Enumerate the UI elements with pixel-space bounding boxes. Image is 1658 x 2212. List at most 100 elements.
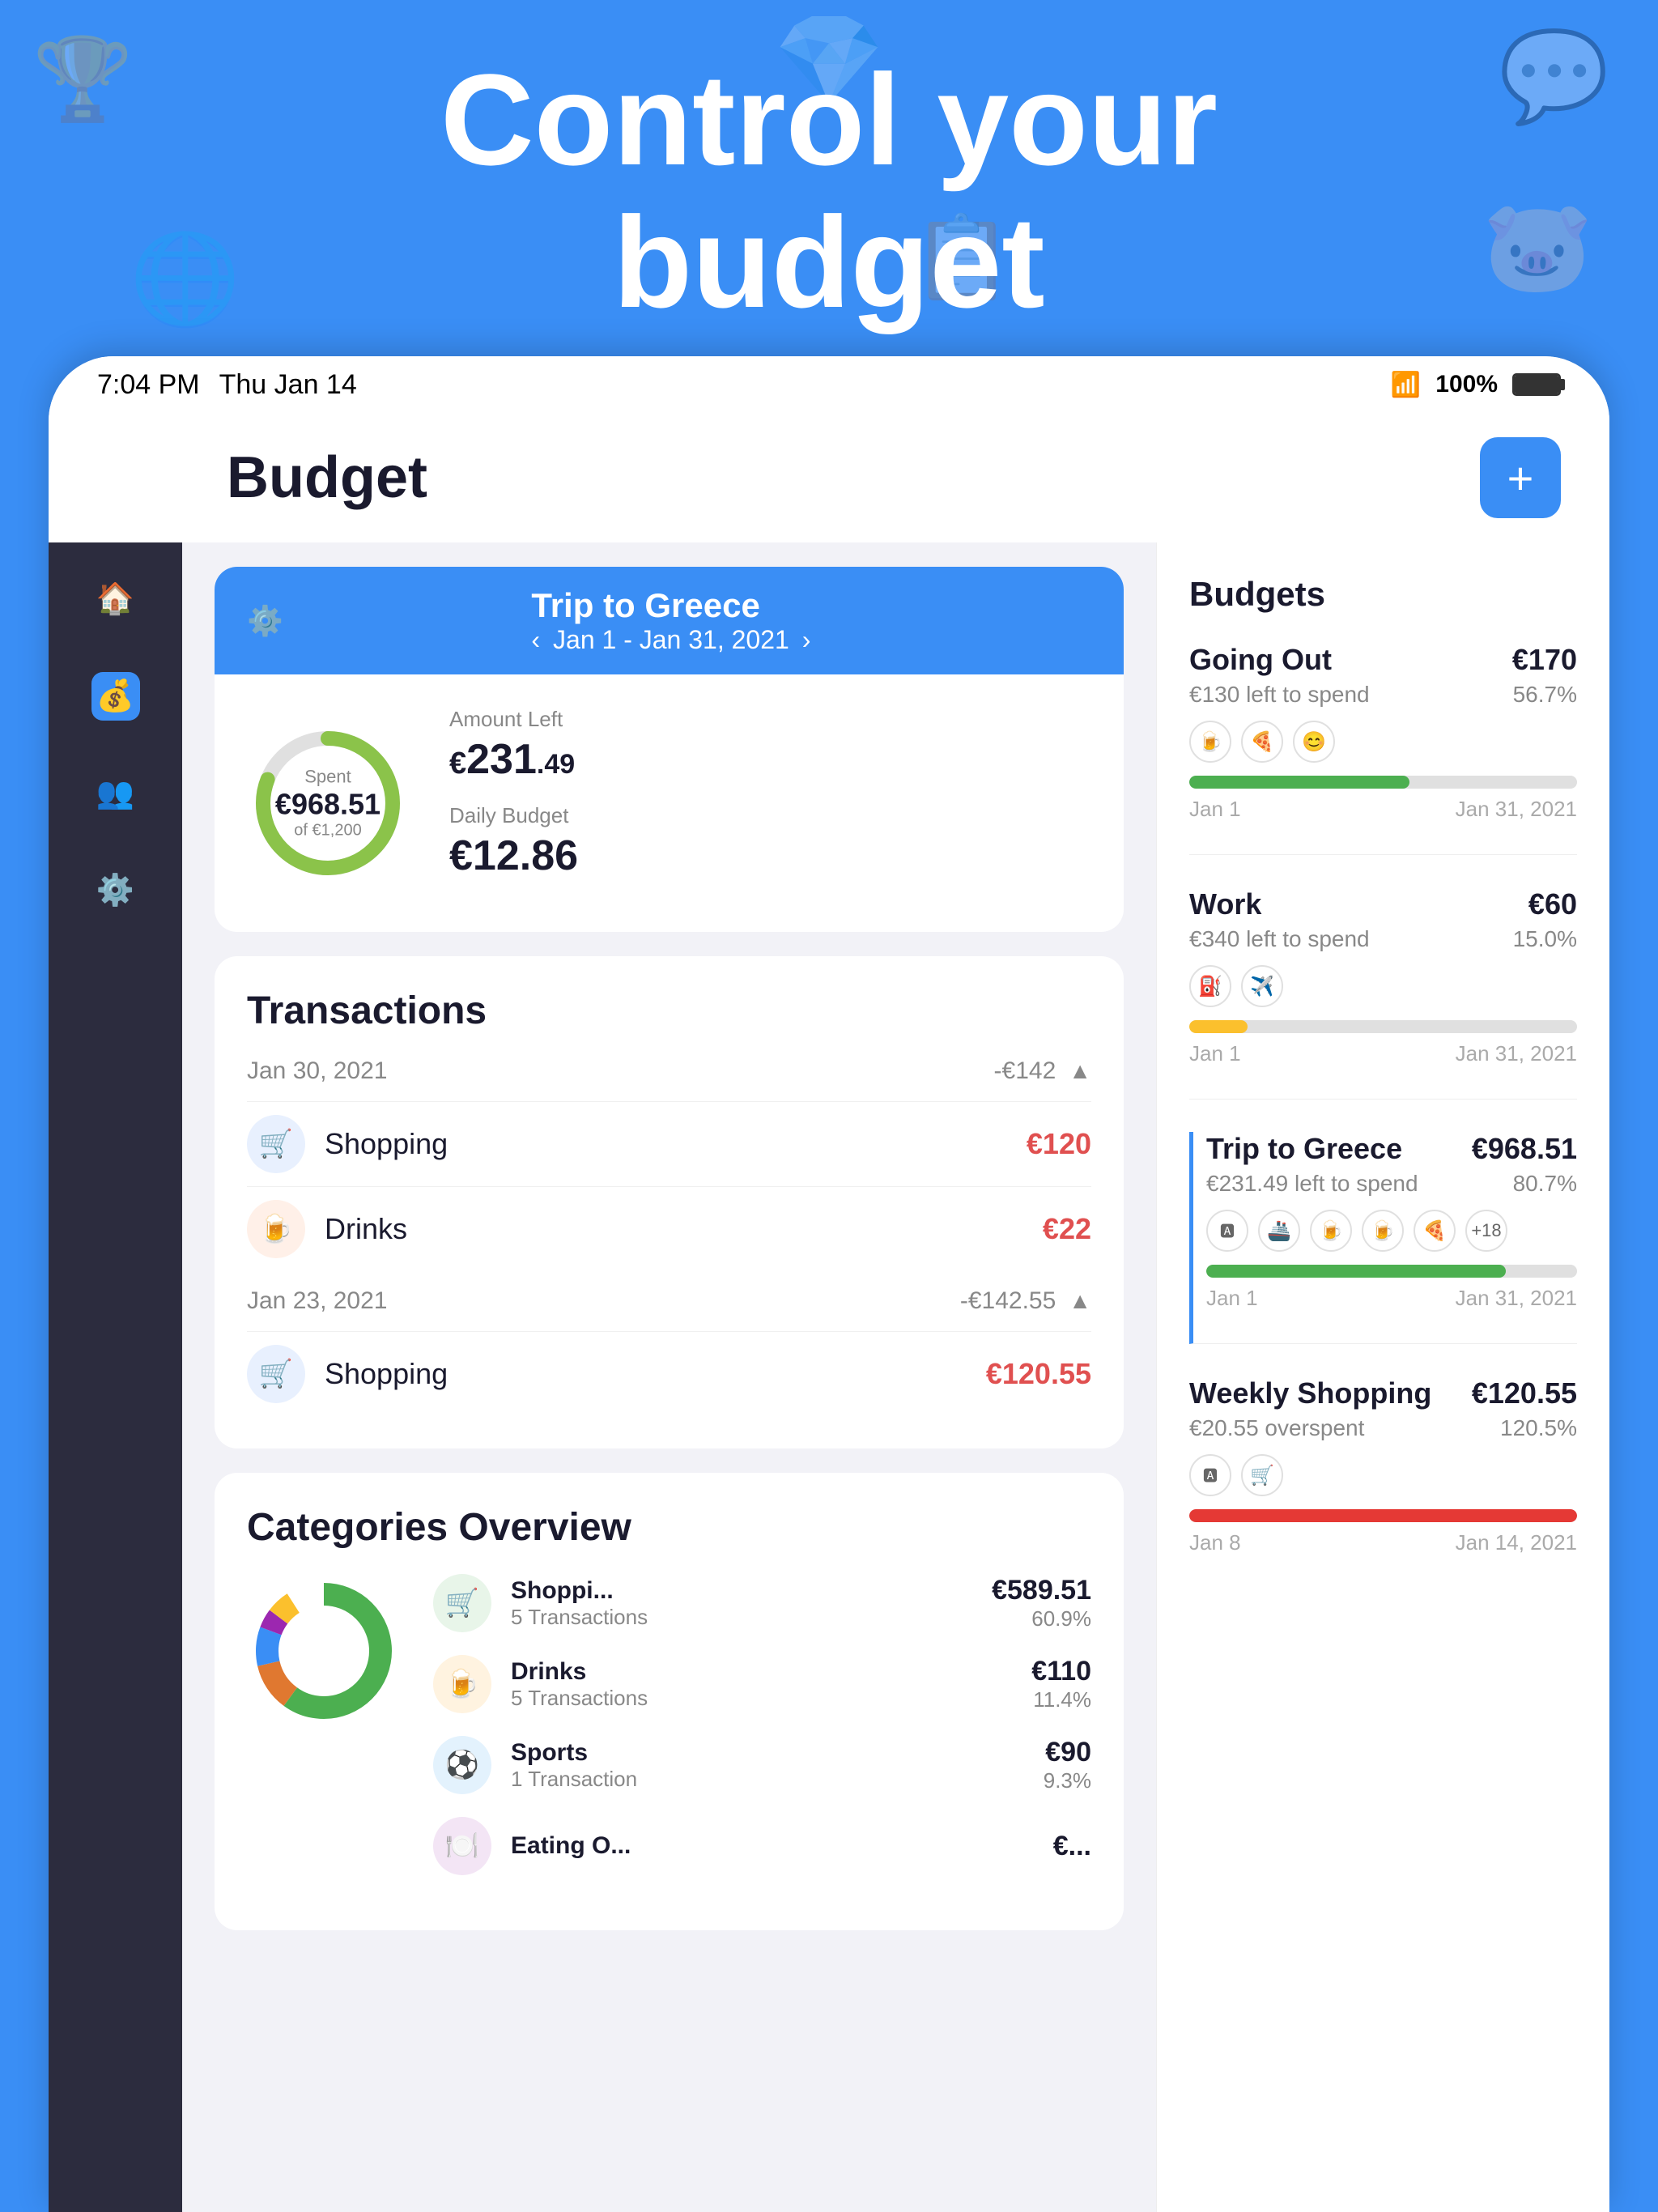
budget-item-work[interactable]: Work €60 €340 left to spend 15.0% ⛽ ✈️ J… [1189,887,1577,1100]
going-out-name: Going Out [1189,643,1332,677]
work-icon-1: ⛽ [1189,965,1231,1007]
going-out-date-start: Jan 1 [1189,797,1241,822]
trans-shopping-icon: 🛒 [247,1115,305,1173]
cat-drinks-icon: 🍺 [433,1655,491,1713]
work-left: €340 left to spend [1189,926,1370,952]
work-name: Work [1189,887,1261,921]
cat-item-eating: 🍽️ Eating O... €... [433,1817,1091,1875]
transactions-title: Transactions [247,989,1091,1033]
sidebar-item-tools[interactable]: ⚙️ [91,866,140,915]
budget-item-going-out[interactable]: Going Out €170 €130 left to spend 56.7% … [1189,643,1577,855]
device-frame: 7:04 PM Thu Jan 14 📶 100% Budget + 🏠 💰 👥… [49,356,1609,2212]
sidebar-item-budget[interactable]: 💰 [91,672,140,721]
page-title: Budget [227,445,427,511]
battery-pct: 100% [1435,371,1498,398]
sidebar-item-home[interactable]: 🏠 [91,575,140,623]
trip-more-badge: +18 [1465,1210,1507,1252]
weekly-shopping-name: Weekly Shopping [1189,1376,1431,1410]
trans-group-2-header: Jan 23, 2021 -€142.55 ▲ [247,1287,1091,1315]
trip-left: €231.49 left to spend [1206,1171,1418,1197]
categories-title: Categories Overview [247,1505,1091,1550]
cat-drinks-amount: €110 [1031,1656,1091,1687]
battery-icon [1512,373,1561,396]
going-out-amount: €170 [1512,643,1577,677]
status-date: Thu Jan 14 [219,369,357,401]
sidebar-item-people[interactable]: 👥 [91,769,140,818]
trip-date-end: Jan 31, 2021 [1456,1286,1577,1311]
trans-group-1-toggle[interactable]: ▲ [1069,1058,1091,1084]
trans-shopping2-icon: 🛒 [247,1345,305,1403]
next-budget-btn[interactable]: › [802,625,811,655]
cat-drinks-name: Drinks [511,1658,1031,1686]
trip-name: Trip to Greece [1206,1132,1402,1166]
cat-donut-chart [247,1574,401,1728]
trans-item-drinks[interactable]: 🍺 Drinks €22 [247,1186,1091,1271]
work-date-end: Jan 31, 2021 [1456,1041,1577,1066]
work-icons: ⛽ ✈️ [1189,965,1577,1007]
trans-shopping2-amount: €120.55 [986,1357,1091,1391]
trans-item-shopping2[interactable]: 🛒 Shopping €120.55 [247,1331,1091,1416]
wifi-icon: 📶 [1391,371,1421,399]
trip-icon-3: 🍺 [1310,1210,1352,1252]
budget-card-title: Trip to Greece [531,586,810,625]
cat-item-drinks: 🍺 Drinks 5 Transactions €110 11.4% [433,1655,1091,1713]
cat-sports-icon: ⚽ [433,1736,491,1794]
trans-shopping-amount: €120 [1027,1127,1091,1161]
cat-item-shopping: 🛒 Shoppi... 5 Transactions €589.51 60.9% [433,1574,1091,1632]
trans-group-1-header: Jan 30, 2021 -€142 ▲ [247,1057,1091,1085]
cat-shopping-sub: 5 Transactions [511,1605,992,1630]
trans-group-2-total: -€142.55 [960,1287,1056,1315]
donut-label: Spent €968.51 of €1,200 [275,767,380,840]
cat-sports-pct: 9.3% [1044,1768,1091,1793]
trans-group-1-total: -€142 [994,1057,1056,1085]
weekly-shopping-date-end: Jan 14, 2021 [1456,1530,1577,1555]
right-panel: Budgets Going Out €170 €130 left to spen… [1156,542,1609,2212]
going-out-icon-3: 😊 [1293,721,1335,763]
status-time: 7:04 PM [97,369,200,401]
going-out-icons: 🍺 🍕 😊 [1189,721,1577,763]
add-button[interactable]: + [1480,437,1561,518]
cat-shopping-amount: €589.51 [992,1575,1091,1606]
trans-drinks-icon: 🍺 [247,1200,305,1258]
trans-group-2-toggle[interactable]: ▲ [1069,1288,1091,1314]
trans-group-1-date: Jan 30, 2021 [247,1057,387,1085]
cat-sports-amount: €90 [1044,1737,1091,1768]
weekly-shopping-pct: 120.5% [1500,1415,1577,1441]
cat-shopping-icon: 🛒 [433,1574,491,1632]
weekly-shopping-progress [1189,1509,1577,1522]
trip-icon-2: 🚢 [1258,1210,1300,1252]
trans-item-shopping1[interactable]: 🛒 Shopping €120 [247,1101,1091,1186]
prev-budget-btn[interactable]: ‹ [531,625,540,655]
cat-eating-icon: 🍽️ [433,1817,491,1875]
trans-group-2-date: Jan 23, 2021 [247,1287,387,1315]
weekly-shopping-icon-1: 🅰 [1189,1454,1231,1496]
budget-date-range: ‹ Jan 1 - Jan 31, 2021 › [531,625,810,655]
budgets-panel-title: Budgets [1189,575,1577,614]
trip-icons: 🅰 🚢 🍺 🍺 🍕 +18 [1206,1210,1577,1252]
filter-icon[interactable]: ⚙️ [247,604,283,638]
left-panel: ⚙️ Trip to Greece ‹ Jan 1 - Jan 31, 2021… [182,542,1156,2212]
budget-item-weekly-shopping[interactable]: Weekly Shopping €120.55 €20.55 overspent… [1189,1376,1577,1588]
work-amount: €60 [1528,887,1577,921]
weekly-shopping-amount: €120.55 [1472,1376,1577,1410]
cat-eating-amount: €... [1053,1831,1091,1862]
budget-stats: Amount Left €231.49 Daily Budget €12.86 [449,707,1091,900]
going-out-pct: 56.7% [1513,682,1577,708]
categories-card: Categories Overview [215,1473,1124,1930]
app-header: Budget + [49,413,1609,542]
weekly-shopping-icon-2: 🛒 [1241,1454,1283,1496]
cat-donut-container: 🛒 Shoppi... 5 Transactions €589.51 60.9% [247,1574,1091,1898]
cat-sports-name: Sports [511,1739,1044,1767]
transactions-card: Transactions Jan 30, 2021 -€142 ▲ 🛒 Shop… [215,956,1124,1448]
weekly-shopping-icons: 🅰 🛒 [1189,1454,1577,1496]
trans-shopping2-name: Shopping [325,1357,986,1391]
hero-text: Control your budget [0,49,1658,334]
work-date-start: Jan 1 [1189,1041,1241,1066]
cat-drinks-sub: 5 Transactions [511,1686,1031,1711]
weekly-shopping-left: €20.55 overspent [1189,1415,1364,1441]
weekly-shopping-date-start: Jan 8 [1189,1530,1241,1555]
trip-icon-1: 🅰 [1206,1210,1248,1252]
trip-pct: 80.7% [1513,1171,1577,1197]
donut-chart: Spent €968.51 of €1,200 [247,722,409,884]
budget-item-trip[interactable]: Trip to Greece €968.51 €231.49 left to s… [1189,1132,1577,1344]
